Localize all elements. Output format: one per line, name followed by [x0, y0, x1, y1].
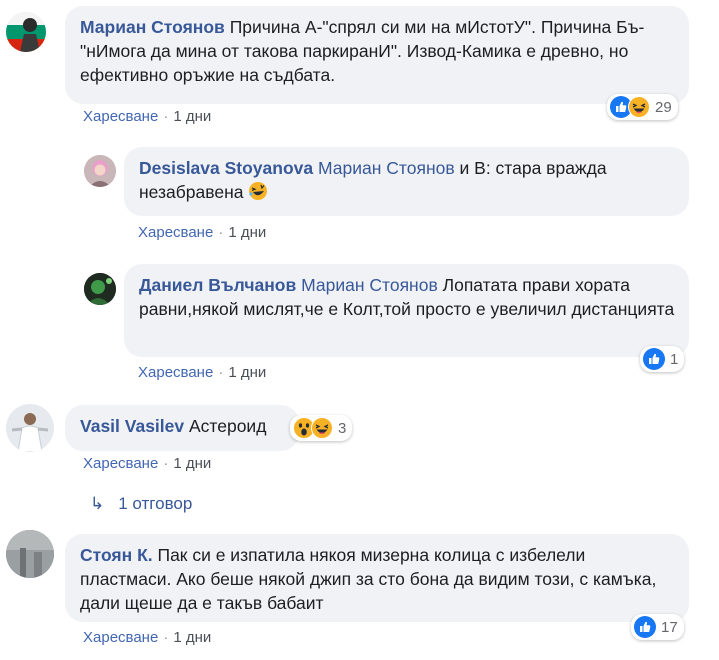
reaction-summary[interactable]: 17 [631, 614, 684, 640]
comment-bubble: Desislava Stoyanova Мариан Стоянов и В: … [124, 147, 689, 216]
comment-author[interactable]: Стоян К. [80, 545, 153, 565]
like-button[interactable]: Харесване [83, 108, 158, 125]
reaction-count: 17 [661, 618, 678, 636]
comment-bubble: Стоян К. Пак си е изпатила някоя мизерна… [65, 534, 689, 622]
separator: · [218, 224, 224, 241]
comment-actions: Харесване · 1 дни [83, 455, 211, 472]
like-icon [634, 616, 656, 638]
avatar[interactable] [6, 12, 46, 52]
comment-actions: Харесване · 1 дни [138, 224, 266, 241]
mention-link[interactable]: Мариан Стоянов [318, 158, 455, 178]
timestamp[interactable]: 1 дни [173, 629, 211, 646]
avatar[interactable] [84, 155, 116, 187]
reply-arrow-icon: ↳ [90, 494, 105, 513]
reaction-summary[interactable]: 1 [640, 346, 685, 372]
comment-bubble: Мариан Стоянов Причина А-"спрял си ми на… [65, 6, 689, 104]
reaction-count: 29 [655, 98, 672, 116]
avatar[interactable] [6, 530, 54, 578]
comment-text: Астероид [184, 416, 267, 436]
reaction-count: 1 [670, 350, 679, 368]
separator: · [218, 364, 224, 381]
like-button[interactable]: Харесване [138, 364, 213, 381]
comment-actions: Харесване · 1 дни [138, 364, 266, 381]
comment-bubble: Даниел Вълчанов Мариан Стоянов Лопатата … [124, 264, 689, 357]
mention-link[interactable]: Мариан Стоянов [301, 275, 438, 295]
rofl-emoji [248, 181, 268, 207]
like-button[interactable]: Харесване [83, 455, 158, 472]
separator: · [163, 629, 169, 646]
like-icon [643, 348, 665, 370]
haha-icon [628, 96, 650, 118]
reaction-summary[interactable]: 29 [607, 94, 678, 120]
timestamp[interactable]: 1 дни [228, 364, 266, 381]
separator: · [163, 455, 169, 472]
like-button[interactable]: Харесване [83, 629, 158, 646]
avatar[interactable] [84, 273, 116, 305]
replies-count-label[interactable]: 1 отговор [118, 494, 192, 513]
avatar[interactable] [6, 404, 54, 452]
view-replies-link[interactable]: ↳ 1 отговор [90, 494, 192, 514]
timestamp[interactable]: 1 дни [173, 455, 211, 472]
comment-actions: Харесване · 1 дни [83, 108, 211, 125]
comment-bubble: Vasil Vasilev Астероид [65, 405, 299, 451]
comment-author[interactable]: Vasil Vasilev [80, 416, 184, 436]
comment-actions: Харесване · 1 дни [83, 629, 211, 646]
haha-icon [311, 417, 333, 439]
comment-author[interactable]: Даниел Вълчанов [139, 275, 296, 295]
timestamp[interactable]: 1 дни [228, 224, 266, 241]
timestamp[interactable]: 1 дни [173, 108, 211, 125]
reaction-summary[interactable]: 3 [290, 415, 353, 441]
reaction-count: 3 [338, 419, 347, 437]
comment-text: Пак си е изпатила някоя мизерна колица с… [80, 545, 657, 613]
comment-author[interactable]: Мариан Стоянов [80, 17, 225, 37]
separator: · [163, 108, 169, 125]
comment-author[interactable]: Desislava Stoyanova [139, 158, 313, 178]
like-button[interactable]: Харесване [138, 224, 213, 241]
